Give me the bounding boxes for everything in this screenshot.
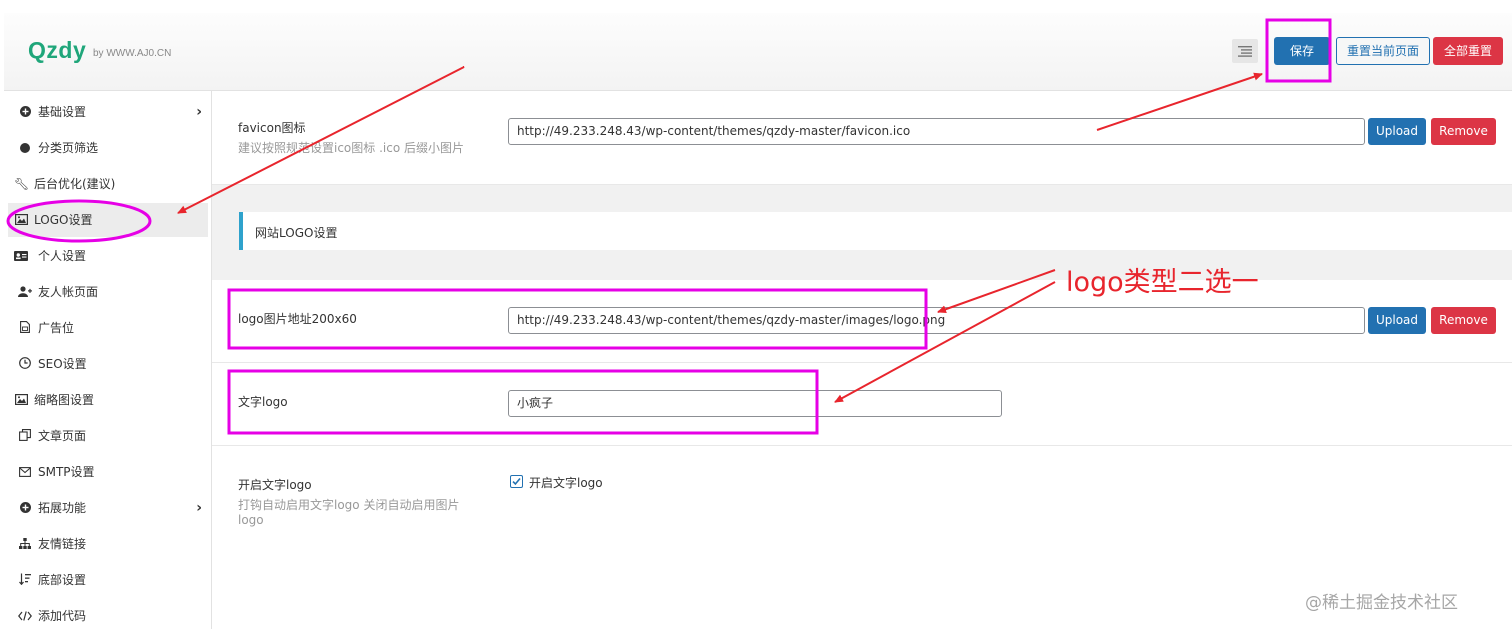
sidebar-item-label: 缩略图设置 <box>34 393 95 407</box>
sidebar-item-label: 添加代码 <box>38 609 87 623</box>
sidebar-item-add-code[interactable]: 添加代码 <box>8 599 208 633</box>
brand-logo: Qzdy <box>28 37 87 63</box>
wrench-icon: 🔧︎ <box>14 177 30 191</box>
sidebar-item-category-filter[interactable]: 分类页筛选 <box>8 131 208 165</box>
sidebar-item-label: 底部设置 <box>38 573 87 587</box>
text-logo-row: 文字logo 小疯子 <box>212 363 1512 446</box>
image-icon <box>14 383 28 417</box>
text-logo-input[interactable]: 小疯子 <box>508 390 1002 417</box>
favicon-row: favicon图标 建议按照规范设置ico图标 .ico 后缀小图片 http:… <box>212 91 1512 185</box>
reset-all-button[interactable]: 全部重置 <box>1433 37 1503 65</box>
watermark: @稀土掘金技术社区 <box>1305 593 1458 613</box>
enable-text-logo-desc: 打钩自动启用文字logo 关闭自动启用图片logo <box>238 498 460 527</box>
dot-icon <box>18 131 32 165</box>
image-icon <box>14 203 28 237</box>
sidebar-item-extensions[interactable]: 拓展功能 › <box>8 491 208 525</box>
clock-icon <box>18 347 32 381</box>
menu-toggle-button[interactable] <box>1232 39 1258 63</box>
user-plus-icon <box>18 275 32 309</box>
enable-text-logo-row: 开启文字logo 打钩自动启用文字logo 关闭自动启用图片logo <box>212 446 1512 566</box>
favicon-title: favicon图标 <box>238 121 306 135</box>
sidebar-item-label: LOGO设置 <box>34 213 93 227</box>
main-content: favicon图标 建议按照规范设置ico图标 .ico 后缀小图片 http:… <box>212 91 1512 629</box>
chevron-right-icon: › <box>196 500 202 516</box>
id-card-icon <box>14 239 28 273</box>
envelope-icon <box>18 455 32 489</box>
favicon-remove-button[interactable]: Remove <box>1431 118 1496 145</box>
brand-subtitle: by WWW.AJ0.CN <box>93 48 172 59</box>
enable-text-logo-label[interactable]: 开启文字logo <box>529 474 603 491</box>
sidebar-item-label: SEO设置 <box>38 357 87 371</box>
sidebar: 基础设置 › 分类页筛选 🔧︎ 后台优化(建议) LOGO设置 个人设置 友人帐… <box>4 91 212 629</box>
sidebar-item-personal[interactable]: 个人设置 <box>8 239 208 273</box>
sitemap-icon <box>18 527 32 561</box>
favicon-url-input[interactable]: http://49.233.248.43/wp-content/themes/q… <box>508 118 1365 145</box>
sidebar-item-label: 拓展功能 <box>38 501 87 515</box>
logo-image-url-input[interactable]: http://49.233.248.43/wp-content/themes/q… <box>508 307 1365 334</box>
sidebar-item-links[interactable]: 友情链接 <box>8 527 208 561</box>
header-bar: Qzdy by WWW.AJ0.CN 保存 重置当前页面 全部重置 <box>4 13 1512 91</box>
top-strip <box>0 0 1512 13</box>
reset-page-button[interactable]: 重置当前页面 <box>1336 37 1430 65</box>
section-title: 网站LOGO设置 <box>255 226 338 240</box>
sidebar-item-seo[interactable]: SEO设置 <box>8 347 208 381</box>
sidebar-item-label: 个人设置 <box>38 249 87 263</box>
sidebar-item-backend-optimize[interactable]: 🔧︎ 后台优化(建议) <box>8 167 208 201</box>
sort-icon <box>18 563 32 597</box>
sidebar-item-label: 后台优化(建议) <box>34 177 116 191</box>
plus-circle-icon <box>18 95 32 129</box>
sidebar-item-article[interactable]: 文章页面 <box>8 419 208 453</box>
chevron-right-icon: › <box>196 104 202 120</box>
section-header: 网站LOGO设置 <box>239 212 1512 250</box>
save-button[interactable]: 保存 <box>1274 37 1330 65</box>
sidebar-item-smtp[interactable]: SMTP设置 <box>8 455 208 489</box>
sidebar-item-footer[interactable]: 底部设置 <box>8 563 208 597</box>
check-icon <box>512 477 521 486</box>
sidebar-item-label: 友人帐页面 <box>38 285 99 299</box>
text-logo-title: 文字logo <box>238 395 288 409</box>
sidebar-item-logo[interactable]: LOGO设置 <box>8 203 208 237</box>
sidebar-item-label: 分类页筛选 <box>38 141 99 155</box>
sidebar-item-label: 广告位 <box>38 321 75 335</box>
logo-image-row: logo图片地址200x60 http://49.233.248.43/wp-c… <box>212 280 1512 363</box>
sidebar-item-friends-page[interactable]: 友人帐页面 <box>8 275 208 309</box>
logo-image-title: logo图片地址200x60 <box>238 312 357 326</box>
enable-text-logo-checkbox[interactable] <box>510 475 523 488</box>
copy-icon <box>18 419 32 453</box>
sidebar-item-label: 文章页面 <box>38 429 87 443</box>
enable-text-logo-title: 开启文字logo <box>238 478 312 492</box>
sidebar-item-basic[interactable]: 基础设置 › <box>8 95 208 129</box>
sidebar-item-label: 友情链接 <box>38 537 87 551</box>
code-icon <box>18 599 32 633</box>
file-icon <box>18 311 32 345</box>
sidebar-item-label: 基础设置 <box>38 105 87 119</box>
sidebar-item-thumbnail[interactable]: 缩略图设置 <box>8 383 208 417</box>
annotation-label: logo类型二选一 <box>1066 267 1259 298</box>
favicon-desc: 建议按照规范设置ico图标 .ico 后缀小图片 <box>238 141 464 155</box>
favicon-upload-button[interactable]: Upload <box>1368 118 1426 145</box>
plus-circle-icon <box>18 491 32 525</box>
sidebar-item-ads[interactable]: 广告位 <box>8 311 208 345</box>
sidebar-item-label: SMTP设置 <box>38 465 95 479</box>
logo-remove-button[interactable]: Remove <box>1431 307 1496 334</box>
logo-upload-button[interactable]: Upload <box>1368 307 1426 334</box>
